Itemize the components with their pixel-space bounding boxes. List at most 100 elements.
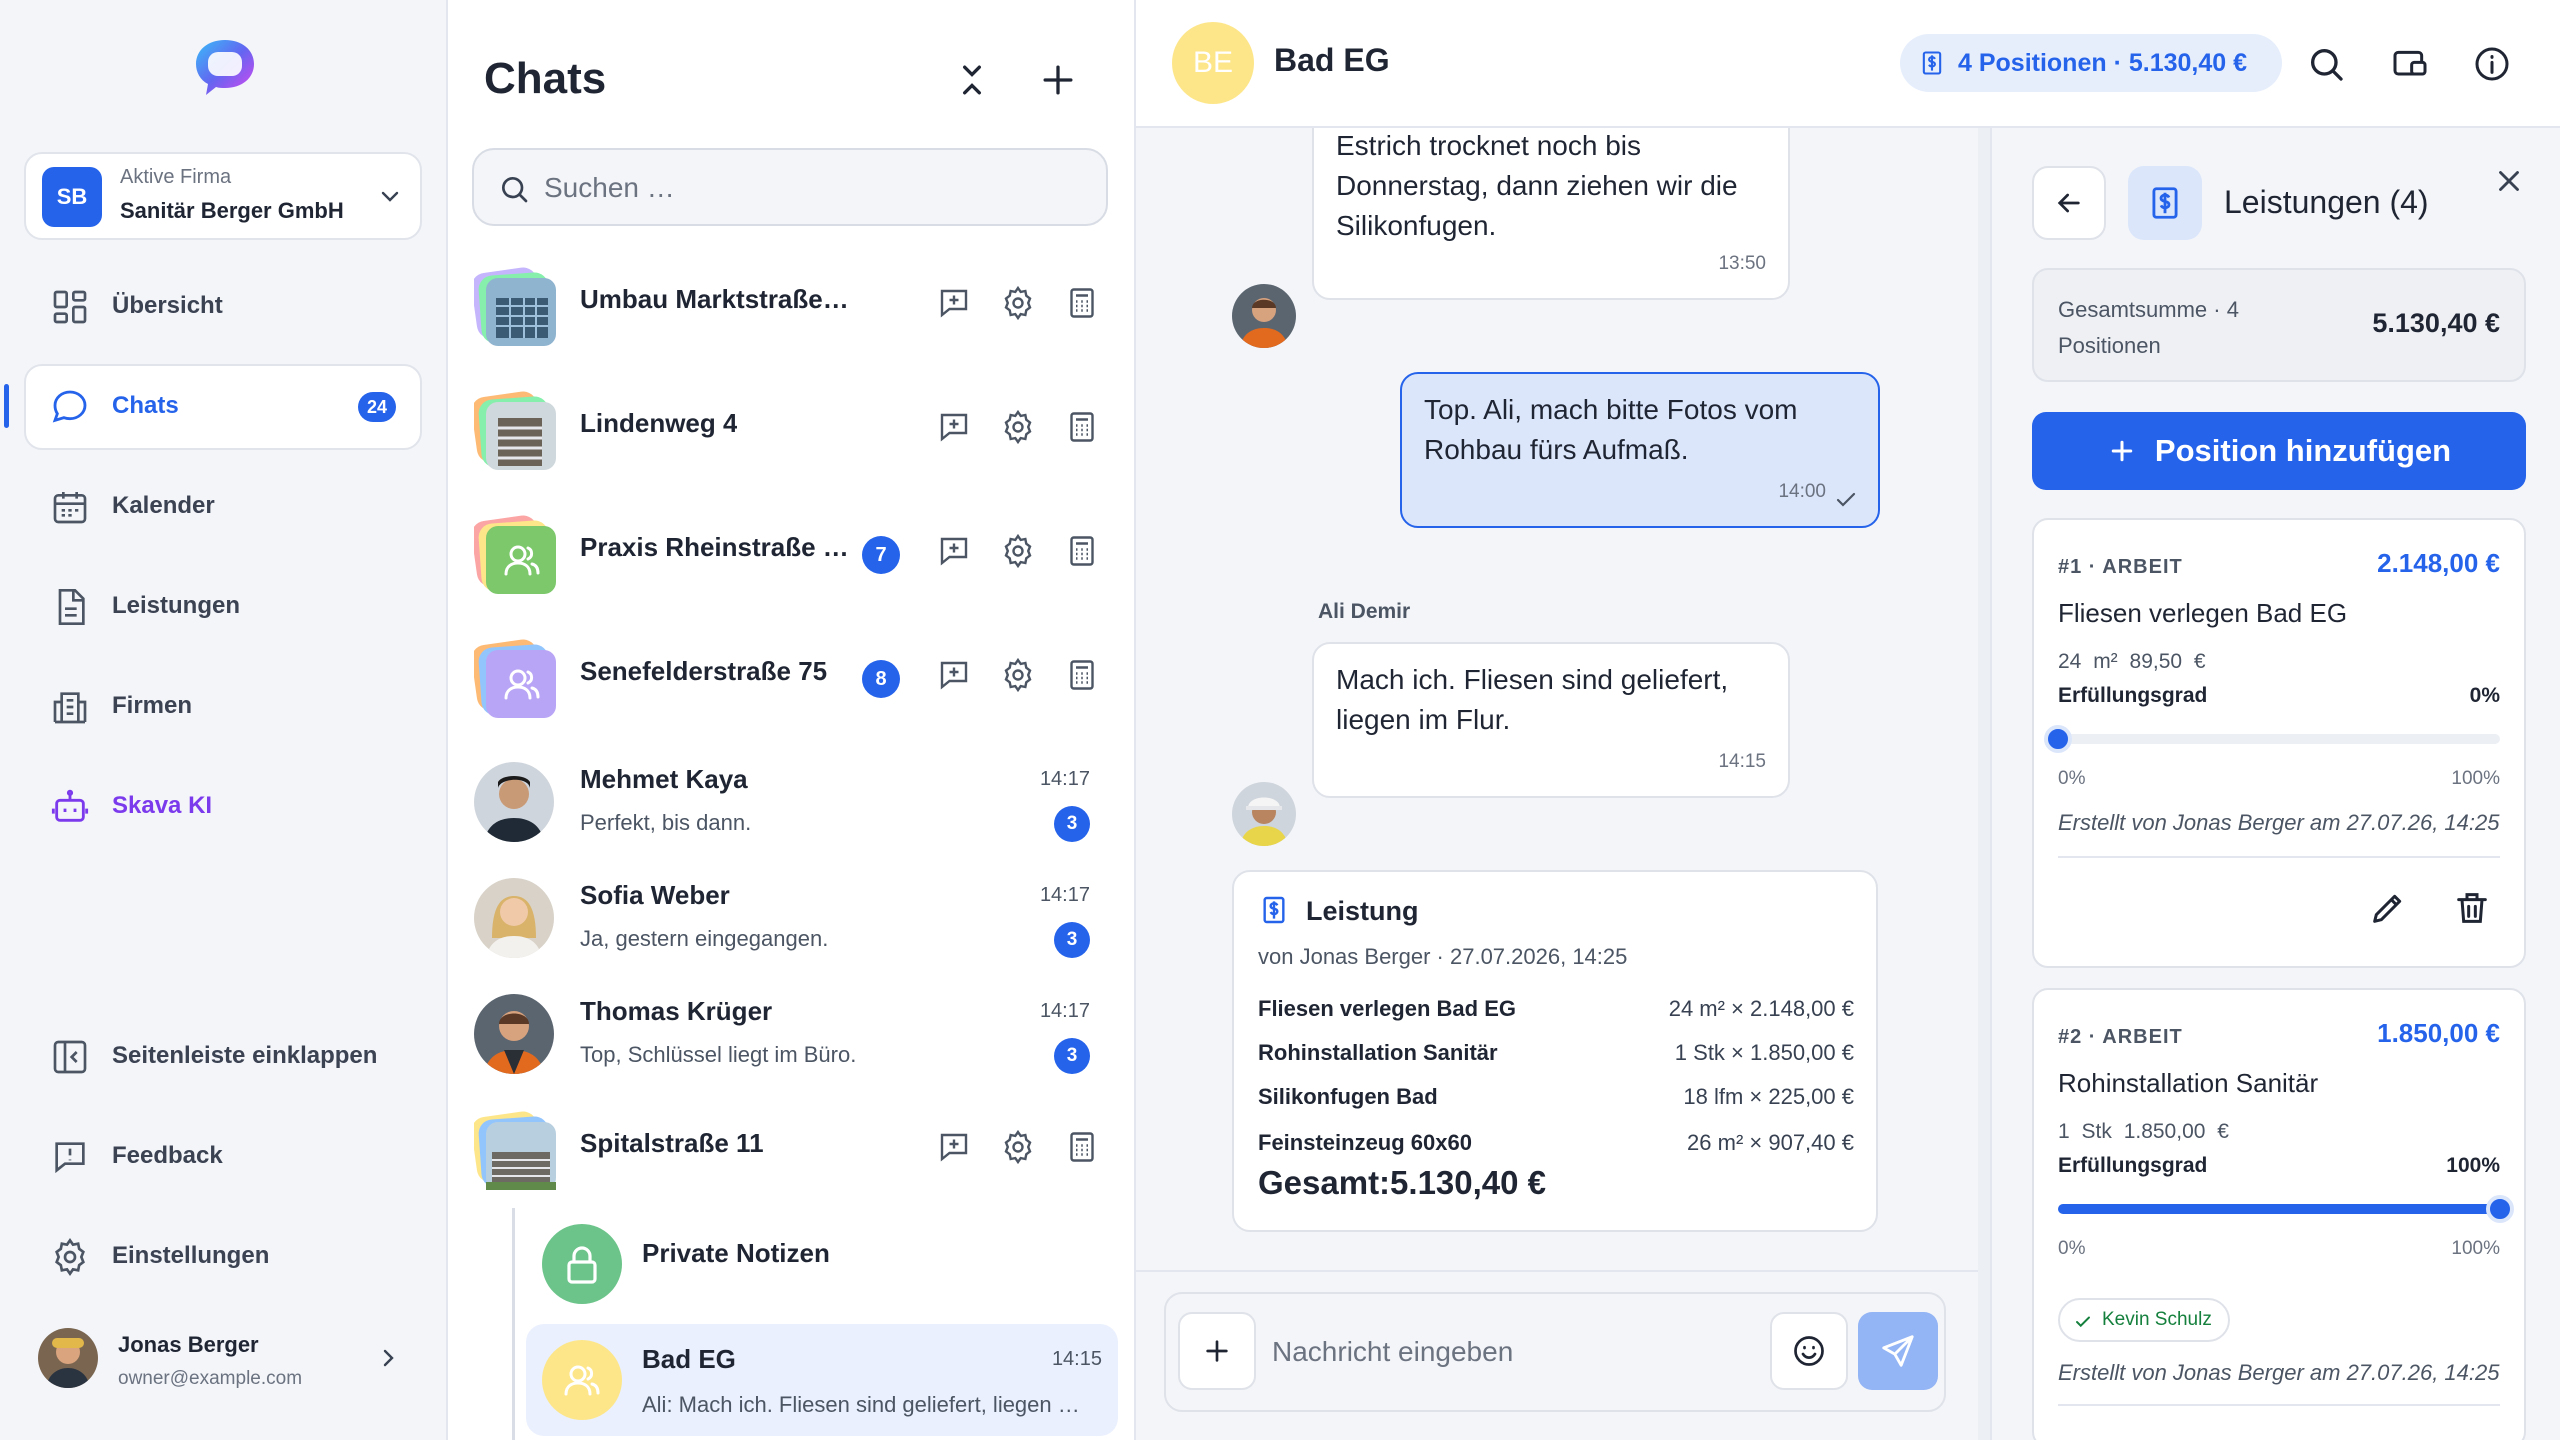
calculator-icon[interactable] (1064, 1129, 1100, 1165)
chat-preview: Ali: Mach ich. Fliesen sind geliefert, l… (642, 1392, 1082, 1417)
company-switcher[interactable]: SB Aktive Firma Sanitär Berger GmbH (24, 152, 422, 240)
avatar (1232, 284, 1296, 348)
slider-handle[interactable] (2486, 1195, 2514, 1223)
project-thumbnail (474, 388, 556, 470)
message-text: Mach ich. Fliesen sind geliefert, liegen … (1336, 664, 1729, 735)
dashboard-icon (50, 287, 90, 327)
add-chat-icon[interactable] (936, 1129, 972, 1165)
collapse-all-button[interactable] (950, 58, 994, 102)
chat-preview: Ja, gestern eingegangen. (580, 926, 829, 951)
assignee-chip[interactable]: Kevin Schulz (2058, 1298, 2230, 1342)
chat-row-direct[interactable]: Sofia Weber Ja, gestern eingegangen. 14:… (472, 862, 1112, 972)
search-icon[interactable] (2306, 44, 2346, 84)
divider (2058, 1404, 2500, 1406)
calendar-icon (50, 487, 90, 527)
collapse-sidebar-button[interactable]: Seitenleiste einklappen (24, 1014, 422, 1100)
calculator-icon[interactable] (1064, 285, 1100, 321)
chat-row-project[interactable]: Spitalstraße 11 (472, 1094, 1112, 1204)
feedback-button[interactable]: Feedback (24, 1114, 422, 1200)
nav-overview[interactable]: Übersicht (24, 264, 422, 350)
settings-button[interactable]: Einstellungen (24, 1214, 422, 1300)
media-gallery-icon[interactable] (2390, 44, 2430, 84)
chat-avatar: BE (1172, 22, 1254, 104)
chat-header: BE Bad EG 4 Positionen · 5.130,40 € (1136, 0, 2560, 128)
position-card[interactable]: #2 · ARBEIT 1.850,00 € Rohinstallation S… (2032, 988, 2526, 1440)
gear-icon[interactable] (1000, 409, 1036, 445)
nav-label: Skava KI (112, 792, 213, 819)
new-chat-button[interactable] (1036, 58, 1080, 102)
nav-chats[interactable]: Chats 24 (24, 364, 422, 450)
position-quantity: 1 Stk 1.850,00 € (2058, 1120, 2229, 1143)
app-logo[interactable] (190, 34, 260, 104)
service-card[interactable]: Leistung von Jonas Berger · 27.07.2026, … (1232, 870, 1878, 1232)
message-input[interactable] (1272, 1330, 1752, 1374)
slider-handle[interactable] (2044, 725, 2072, 753)
summary-value: 5.130,40 € (2372, 308, 2500, 338)
chat-preview: Perfekt, bis dann. (580, 810, 752, 835)
chat-row-project[interactable]: Praxis Rheinstraße 12 7 (472, 498, 1112, 608)
position-name: Fliesen verlegen Bad EG (2058, 598, 2348, 628)
message-outgoing: Top. Ali, mach bitte Fotos vom Rohbau für… (1400, 372, 1880, 528)
emoji-button[interactable] (1770, 1312, 1848, 1390)
chat-row-project[interactable]: Lindenweg 4 (472, 374, 1112, 484)
search-input[interactable] (544, 166, 1084, 210)
slider-min: 0% (2058, 1238, 2086, 1259)
attach-button[interactable] (1178, 1312, 1256, 1390)
slider-min: 0% (2058, 768, 2086, 789)
nav-calendar[interactable]: Kalender (24, 464, 422, 550)
gear-icon[interactable] (1000, 285, 1036, 321)
nav-services[interactable]: Leistungen (24, 564, 422, 650)
add-chat-icon[interactable] (936, 657, 972, 693)
nav-companies[interactable]: Firmen (24, 664, 422, 750)
progress-label: Erfüllungsgrad (2058, 684, 2208, 707)
chat-row-direct[interactable]: Mehmet Kaya Perfekt, bis dann. 14:17 3 (472, 746, 1112, 856)
card-line-item: Rohinstallation Sanitär 1 Stk × 1.850,00 … (1258, 1040, 1854, 1065)
positions-summary-button[interactable]: 4 Positionen · 5.130,40 € (1900, 34, 2282, 92)
calculator-icon[interactable] (1064, 657, 1100, 693)
add-chat-icon[interactable] (936, 533, 972, 569)
add-position-button[interactable]: Position hinzufügen (2032, 412, 2526, 490)
send-button[interactable] (1858, 1312, 1938, 1390)
chat-row-project[interactable]: Senefelderstraße 75 8 (472, 622, 1112, 732)
card-total: Gesamt:5.130,40 € (1258, 1164, 1547, 1201)
subchat-bad-eg[interactable]: Bad EG 14:15 Ali: Mach ich. Fliesen sind… (526, 1324, 1118, 1436)
created-by: Erstellt von Jonas Berger am 27.07.26, 1… (2058, 1360, 2500, 1385)
card-line-item: Fliesen verlegen Bad EG 24 m² × 2.148,00 … (1258, 996, 1854, 1021)
nav-label: Seitenleiste einklappen (112, 1042, 378, 1069)
position-price: 1.850,00 € (2377, 1018, 2500, 1048)
gear-icon[interactable] (1000, 533, 1036, 569)
divider (2058, 856, 2500, 858)
trash-icon[interactable] (2452, 888, 2492, 928)
chat-row-direct[interactable]: Thomas Krüger Top, Schlüssel liegt im Bü… (472, 978, 1112, 1088)
message-text: Estrich trocknet noch bis Donnerstag, dan… (1336, 130, 1738, 241)
calculator-icon[interactable] (1064, 533, 1100, 569)
add-chat-icon[interactable] (936, 285, 972, 321)
message-time: 13:50 (1718, 253, 1766, 274)
lock-icon (542, 1224, 622, 1304)
gear-icon[interactable] (1000, 1129, 1036, 1165)
company-name: Sanitär Berger GmbH (120, 198, 344, 223)
nav-label: Firmen (112, 692, 193, 719)
calculator-icon[interactable] (1064, 409, 1100, 445)
progress-label: Erfüllungsgrad (2058, 1154, 2208, 1177)
progress-slider[interactable] (2044, 725, 2500, 753)
search-box[interactable] (472, 148, 1108, 226)
progress-slider[interactable] (2058, 1195, 2514, 1223)
summary-label: Gesamtsumme · 4 Positionen (2058, 297, 2239, 358)
building-icon (50, 687, 90, 727)
chat-name: Thomas Krüger (580, 996, 773, 1026)
sidebar: SB Aktive Firma Sanitär Berger GmbH Über… (0, 0, 448, 1440)
pencil-icon[interactable] (2368, 888, 2408, 928)
scrollbar[interactable] (1978, 128, 1990, 1440)
active-indicator (4, 384, 9, 428)
add-chat-icon[interactable] (936, 409, 972, 445)
subchat-private-notes[interactable]: Private Notizen (526, 1208, 1118, 1320)
position-card[interactable]: #1 · ARBEIT 2.148,00 € Fliesen verlegen … (2032, 518, 2526, 968)
close-icon[interactable] (2492, 164, 2526, 198)
sidebar-collapse-icon (50, 1037, 90, 1077)
back-button[interactable] (2032, 166, 2106, 240)
chat-row-project[interactable]: Umbau Marktstraße 14 (472, 250, 1112, 360)
gear-icon[interactable] (1000, 657, 1036, 693)
nav-ai[interactable]: Skava KI (24, 764, 422, 850)
info-icon[interactable] (2472, 44, 2512, 84)
